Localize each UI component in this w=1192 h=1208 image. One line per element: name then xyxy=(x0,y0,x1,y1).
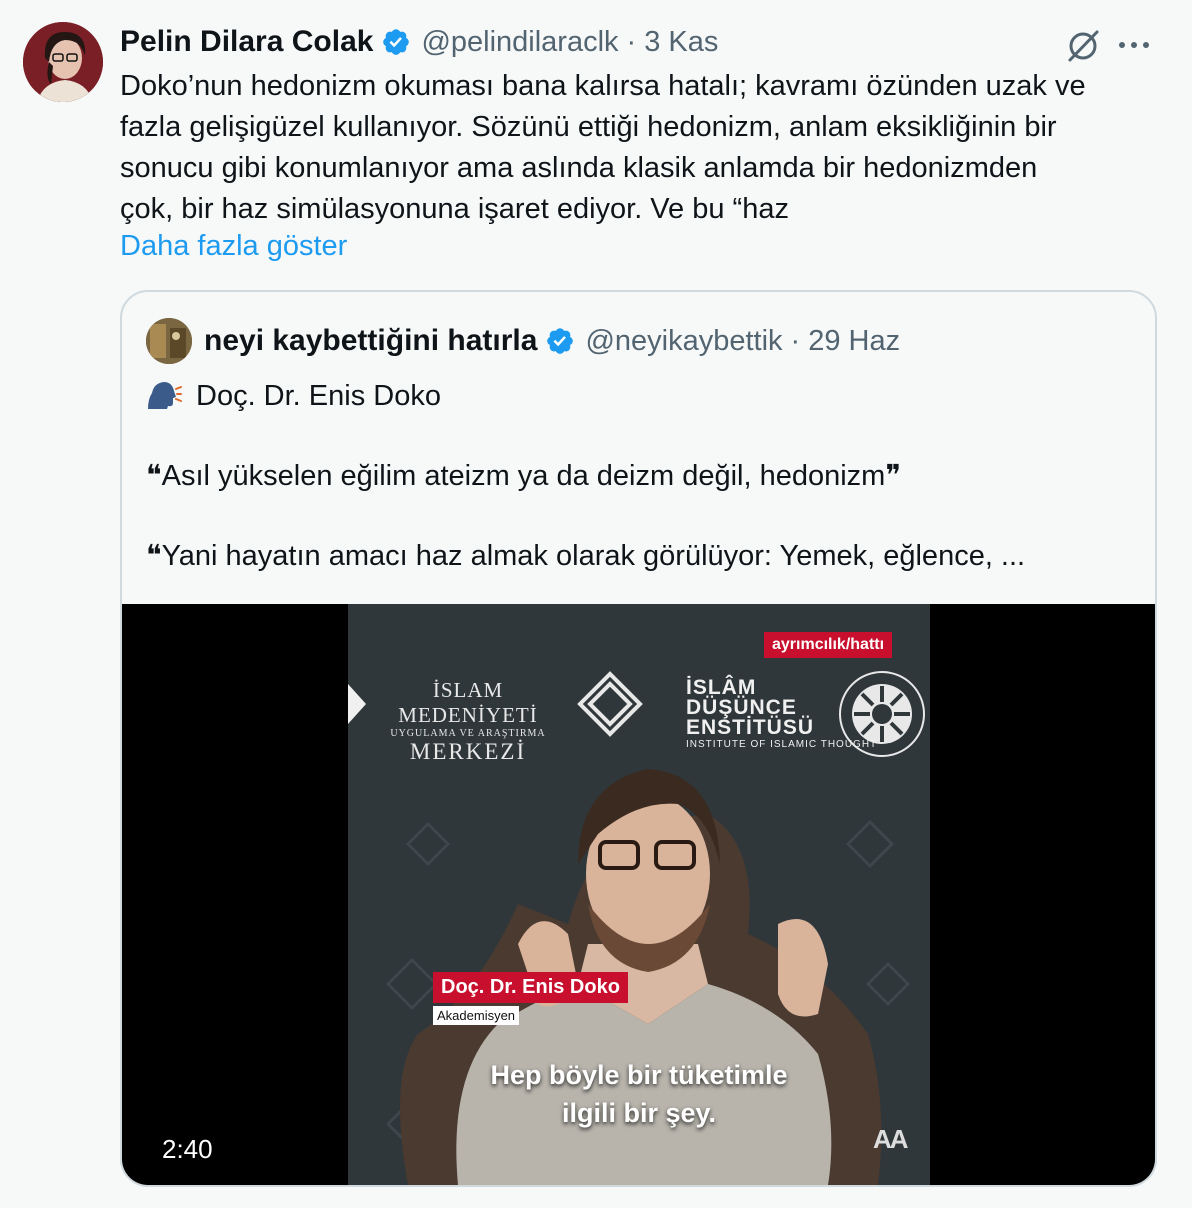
tweet-header: Pelin Dilara Colak @pelindilaraclk · 3 K… xyxy=(120,20,718,64)
quoted-author-handle[interactable]: @neyikaybettik xyxy=(585,325,782,358)
quoted-speaker-line: Doç. Dr. Enis Doko xyxy=(146,376,1126,416)
speaking-head-icon xyxy=(146,379,182,413)
quoted-timestamp[interactable]: 29 Haz xyxy=(808,325,900,358)
author-avatar[interactable] xyxy=(23,22,103,102)
logo1-line2: UYGULAMA VE ARAŞTIRMA xyxy=(390,728,546,739)
speaker-role: Akademisyen xyxy=(433,1006,520,1025)
separator-dot: · xyxy=(790,324,801,357)
quoted-quote-2: ❝Yani hayatın amacı haz almak olarak gör… xyxy=(146,540,1026,572)
author-name[interactable]: Pelin Dilara Colak xyxy=(120,25,373,59)
logo2-line2: DÜŞÜNCE xyxy=(686,696,797,719)
video-player[interactable]: ayrımcılık/hattı İSLAM MEDENİYETİ UYGULA… xyxy=(122,604,1155,1185)
separator-dot: · xyxy=(626,25,637,58)
quoted-tweet-card[interactable]: neyi kaybettiğini hatırla @neyikaybettik… xyxy=(120,290,1157,1187)
institute-logo-center: İSLÂM DÜŞÜNCE ENSTİTÜSÜ INSTITUTE OF ISL… xyxy=(686,676,878,752)
quoted-author-avatar[interactable] xyxy=(146,318,192,364)
grok-icon[interactable] xyxy=(1064,26,1102,64)
logo2-subtitle: INSTITUTE OF ISLAMIC THOUGHT xyxy=(686,739,878,750)
quoted-author-name[interactable]: neyi kaybettiğini hatırla xyxy=(204,324,537,358)
tweet-timestamp[interactable]: 3 Kas xyxy=(644,26,718,59)
logo1-line1: İSLAM MEDENİYETİ xyxy=(398,678,538,727)
logo1-line3: MERKEZİ xyxy=(409,739,527,764)
logo2-line3: ENSTİTÜSÜ xyxy=(686,716,815,739)
more-options-icon[interactable] xyxy=(1114,26,1154,64)
speaker-nameplate: Doç. Dr. Enis Doko xyxy=(433,972,628,1003)
video-subtitle-line2: ilgili bir şey. xyxy=(561,1098,717,1128)
quoted-speaker-name: Doç. Dr. Enis Doko xyxy=(196,380,441,412)
video-frame: ayrımcılık/hattı İSLAM MEDENİYETİ UYGULA… xyxy=(348,604,930,1185)
tweet-text: Doko’nun hedonizm okuması bana kalırsa h… xyxy=(120,70,1086,225)
verified-badge-icon[interactable] xyxy=(545,326,575,356)
logo2-line1: İSLÂM xyxy=(686,676,757,699)
institute-logo-left: İSLAM MEDENİYETİ UYGULAMA VE ARAŞTIRMA M… xyxy=(376,678,560,765)
video-subtitle-line1: Hep böyle bir tüketimle xyxy=(490,1060,788,1090)
show-more-link[interactable]: Daha fazla göster xyxy=(120,228,347,264)
quoted-tweet-header: neyi kaybettiğini hatırla @neyikaybettik… xyxy=(146,318,900,364)
video-duration: 2:40 xyxy=(162,1134,213,1164)
quoted-quote-1: ❝Asıl yükselen eğilim ateizm ya da deizm… xyxy=(146,460,901,492)
verified-badge-icon[interactable] xyxy=(381,27,411,57)
watermark-logo: AA xyxy=(873,1124,909,1154)
channel-badge: ayrımcılık/hattı xyxy=(764,632,893,658)
quoted-tweet-text: Doç. Dr. Enis Doko ❝Asıl yükselen eğilim… xyxy=(146,376,1126,576)
avatar-image xyxy=(23,22,103,102)
author-handle[interactable]: @pelindilaraclk xyxy=(421,26,618,59)
